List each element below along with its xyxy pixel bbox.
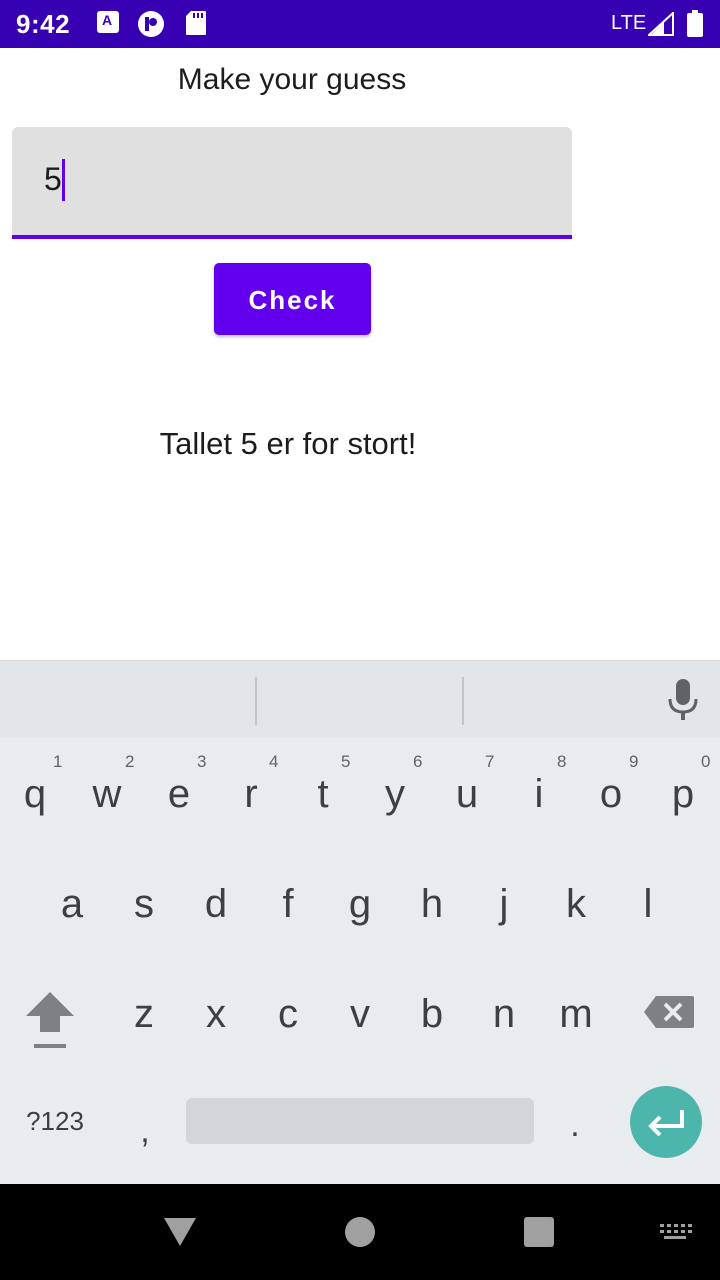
sd-card-icon xyxy=(186,11,206,35)
backspace-icon[interactable] xyxy=(642,994,696,1030)
key-t[interactable]: t xyxy=(293,766,353,822)
p-app-icon xyxy=(138,11,164,37)
key-o[interactable]: o xyxy=(581,766,641,822)
screen: 9:42 A LTE Make your guess 5 Check Talle… xyxy=(0,0,720,1280)
back-icon[interactable] xyxy=(162,1216,198,1248)
space-bar[interactable] xyxy=(186,1098,534,1144)
key-q[interactable]: q xyxy=(5,766,65,822)
key-h[interactable]: h xyxy=(402,876,462,932)
key-z[interactable]: z xyxy=(114,986,174,1042)
key-k[interactable]: k xyxy=(546,876,606,932)
network-type: LTE xyxy=(611,12,647,34)
key-r[interactable]: r xyxy=(221,766,281,822)
key-b[interactable]: b xyxy=(402,986,462,1042)
symbols-key[interactable]: ?123 xyxy=(18,1106,92,1137)
key-w[interactable]: w xyxy=(77,766,137,822)
text-cursor xyxy=(62,159,65,201)
suggestion-divider xyxy=(255,677,257,725)
guess-input[interactable]: 5 xyxy=(12,127,572,239)
keyboard-switch-icon[interactable] xyxy=(658,1222,692,1242)
key-hint-4: 4 xyxy=(269,752,279,771)
soft-keyboard: ?123 , . q1w2e3r4t5y6u7i8o9p0 asdfghjkl zx… xyxy=(0,660,720,1184)
comma-key[interactable]: , xyxy=(128,1112,162,1151)
a-app-icon: A xyxy=(97,11,119,33)
key-p[interactable]: p xyxy=(653,766,713,822)
nav-bar xyxy=(0,1184,720,1280)
key-j[interactable]: j xyxy=(474,876,534,932)
battery-icon xyxy=(687,10,703,37)
key-u[interactable]: u xyxy=(437,766,497,822)
status-time: 9:42 xyxy=(16,9,71,39)
guess-input-value: 5 xyxy=(44,161,62,197)
key-v[interactable]: v xyxy=(330,986,390,1042)
key-m[interactable]: m xyxy=(546,986,606,1042)
result-message: Tallet 5 er for stort! xyxy=(159,426,417,461)
key-l[interactable]: l xyxy=(618,876,678,932)
key-a[interactable]: a xyxy=(42,876,102,932)
key-hint-5: 5 xyxy=(341,752,351,771)
key-g[interactable]: g xyxy=(330,876,390,932)
key-f[interactable]: f xyxy=(258,876,318,932)
key-e[interactable]: e xyxy=(149,766,209,822)
status-bar: 9:42 A LTE xyxy=(0,0,720,48)
shift-icon[interactable] xyxy=(22,990,78,1054)
key-hint-2: 2 xyxy=(125,752,135,771)
key-hint-6: 6 xyxy=(413,752,423,771)
home-icon[interactable] xyxy=(345,1217,375,1247)
key-c[interactable]: c xyxy=(258,986,318,1042)
key-i[interactable]: i xyxy=(509,766,569,822)
key-hint-8: 8 xyxy=(557,752,567,771)
key-hint-1: 1 xyxy=(53,752,63,771)
key-n[interactable]: n xyxy=(474,986,534,1042)
mic-icon[interactable] xyxy=(666,679,700,721)
enter-icon xyxy=(648,1110,684,1137)
key-hint-3: 3 xyxy=(197,752,207,771)
signal-icon xyxy=(648,12,674,36)
key-s[interactable]: s xyxy=(114,876,174,932)
key-hint-7: 7 xyxy=(485,752,495,771)
suggestion-divider xyxy=(462,677,464,725)
key-x[interactable]: x xyxy=(186,986,246,1042)
check-button[interactable]: Check xyxy=(214,263,371,335)
key-d[interactable]: d xyxy=(186,876,246,932)
suggestion-strip xyxy=(0,660,720,738)
enter-key[interactable] xyxy=(630,1086,702,1158)
key-hint-0: 0 xyxy=(701,752,711,771)
key-y[interactable]: y xyxy=(365,766,425,822)
key-hint-9: 9 xyxy=(629,752,639,771)
period-key[interactable]: . xyxy=(560,1106,590,1145)
recents-icon[interactable] xyxy=(524,1217,554,1247)
prompt-label: Make your guess xyxy=(177,63,407,96)
